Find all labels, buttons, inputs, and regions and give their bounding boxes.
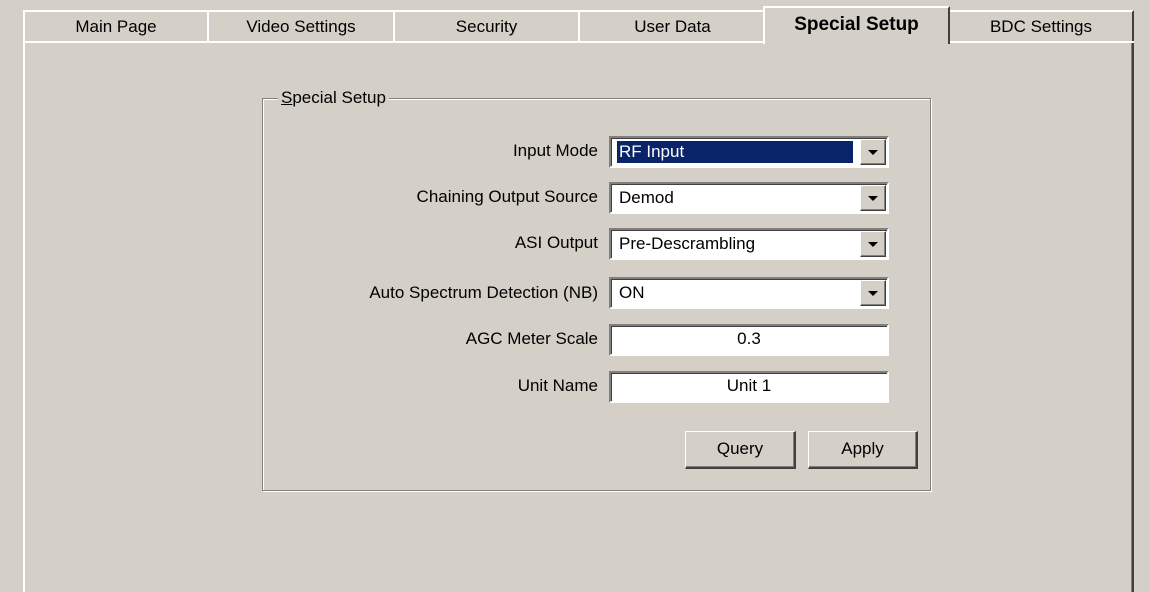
asi-output-label: ASI Output <box>514 233 598 252</box>
auto-spectrum-detection-select[interactable]: ON <box>609 277 889 309</box>
auto-spectrum-detection-value: ON <box>619 283 645 302</box>
panel-top-edge-left <box>23 41 765 43</box>
input-mode-select[interactable]: RF Input <box>609 136 889 168</box>
unit-name-label: Unit Name <box>517 376 598 395</box>
chevron-down-icon[interactable] <box>860 185 886 211</box>
chevron-down-icon[interactable] <box>860 139 886 165</box>
asi-output-select[interactable]: Pre-Descrambling <box>609 228 889 260</box>
input-mode-value: RF Input <box>616 140 854 164</box>
tab-video-settings[interactable]: Video Settings <box>207 10 395 42</box>
input-mode-label: Input Mode <box>512 141 598 160</box>
tab-special-setup[interactable]: Special Setup <box>763 6 950 44</box>
tab-security[interactable]: Security <box>393 10 580 42</box>
panel-top-edge-right <box>950 41 1134 43</box>
special-setup-window: Main Page Video Settings Security User D… <box>0 0 1149 592</box>
groupbox-title-mnemonic: S <box>281 88 293 107</box>
agc-meter-scale-input[interactable]: 0.3 <box>609 324 889 356</box>
groupbox-title-rest: pecial Setup <box>292 88 386 107</box>
unit-name-input[interactable]: Unit 1 <box>609 371 889 403</box>
chaining-output-source-select[interactable]: Demod <box>609 182 889 214</box>
panel-shadow <box>1131 43 1132 592</box>
chaining-output-source-value: Demod <box>619 188 674 207</box>
chaining-output-source-label: Chaining Output Source <box>416 187 598 206</box>
chevron-down-icon[interactable] <box>860 280 886 306</box>
chevron-down-icon[interactable] <box>860 231 886 257</box>
asi-output-value: Pre-Descrambling <box>619 234 756 253</box>
agc-meter-scale-label: AGC Meter Scale <box>465 329 598 348</box>
auto-spectrum-detection-label: Auto Spectrum Detection (NB) <box>369 283 598 302</box>
tab-main-page[interactable]: Main Page <box>23 10 209 42</box>
query-button[interactable]: Query <box>685 431 796 469</box>
groupbox-title: Special Setup <box>278 88 389 108</box>
tab-bdc-settings[interactable]: BDC Settings <box>948 10 1134 42</box>
apply-button[interactable]: Apply <box>808 431 918 469</box>
tab-user-data[interactable]: User Data <box>578 10 767 42</box>
